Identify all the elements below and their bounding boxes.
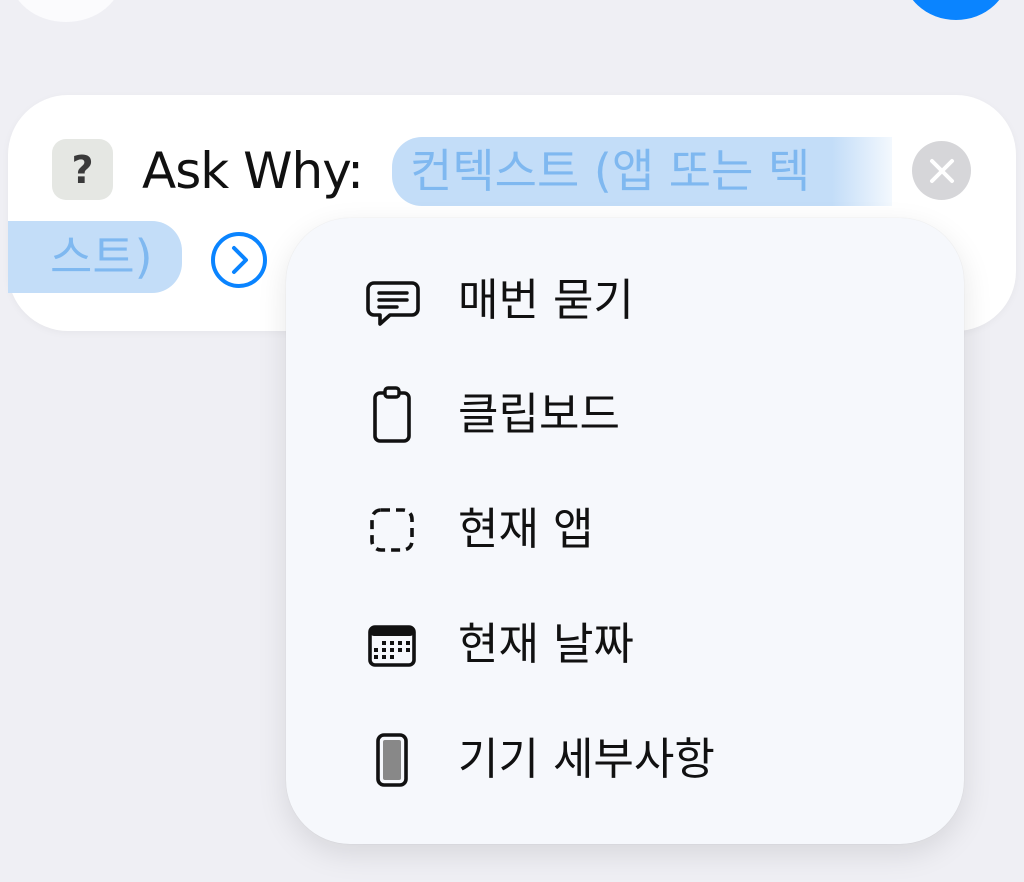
partial-circle-button[interactable]: [10, 0, 122, 22]
menu-item-current-date[interactable]: 현재 날짜: [286, 589, 964, 701]
iphone-icon: [376, 733, 408, 787]
clear-button[interactable]: [912, 141, 971, 200]
menu-item-ask-each-time[interactable]: 매번 묻기: [286, 245, 964, 357]
context-variable-token-text-continued[interactable]: 스트): [50, 221, 153, 293]
menu-item-label: 클립보드: [458, 389, 620, 440]
speech-bubble-icon: [366, 281, 420, 326]
clipboard-icon: [373, 386, 411, 443]
menu-item-clipboard[interactable]: 클립보드: [286, 359, 964, 471]
question-mark-icon: ?: [52, 139, 113, 200]
context-variable-token-text[interactable]: 컨텍스트 (앱 또는 텍: [410, 137, 870, 206]
menu-item-label: 현재 날짜: [458, 619, 634, 670]
action-title: Ask Why:: [142, 142, 364, 200]
calendar-icon: [368, 625, 416, 667]
menu-item-current-app[interactable]: 현재 앱: [286, 474, 964, 586]
dashed-square-icon: [370, 508, 414, 552]
menu-item-label: 현재 앱: [458, 504, 594, 555]
menu-item-device-details[interactable]: 기기 세부사항: [286, 704, 964, 816]
menu-item-label: 매번 묻기: [458, 275, 634, 326]
close-icon: [929, 158, 954, 183]
run-button[interactable]: [902, 0, 1010, 20]
chevron-right-circle-icon: [211, 232, 267, 288]
menu-item-label: 기기 세부사항: [458, 734, 715, 785]
expand-button[interactable]: [210, 231, 268, 289]
